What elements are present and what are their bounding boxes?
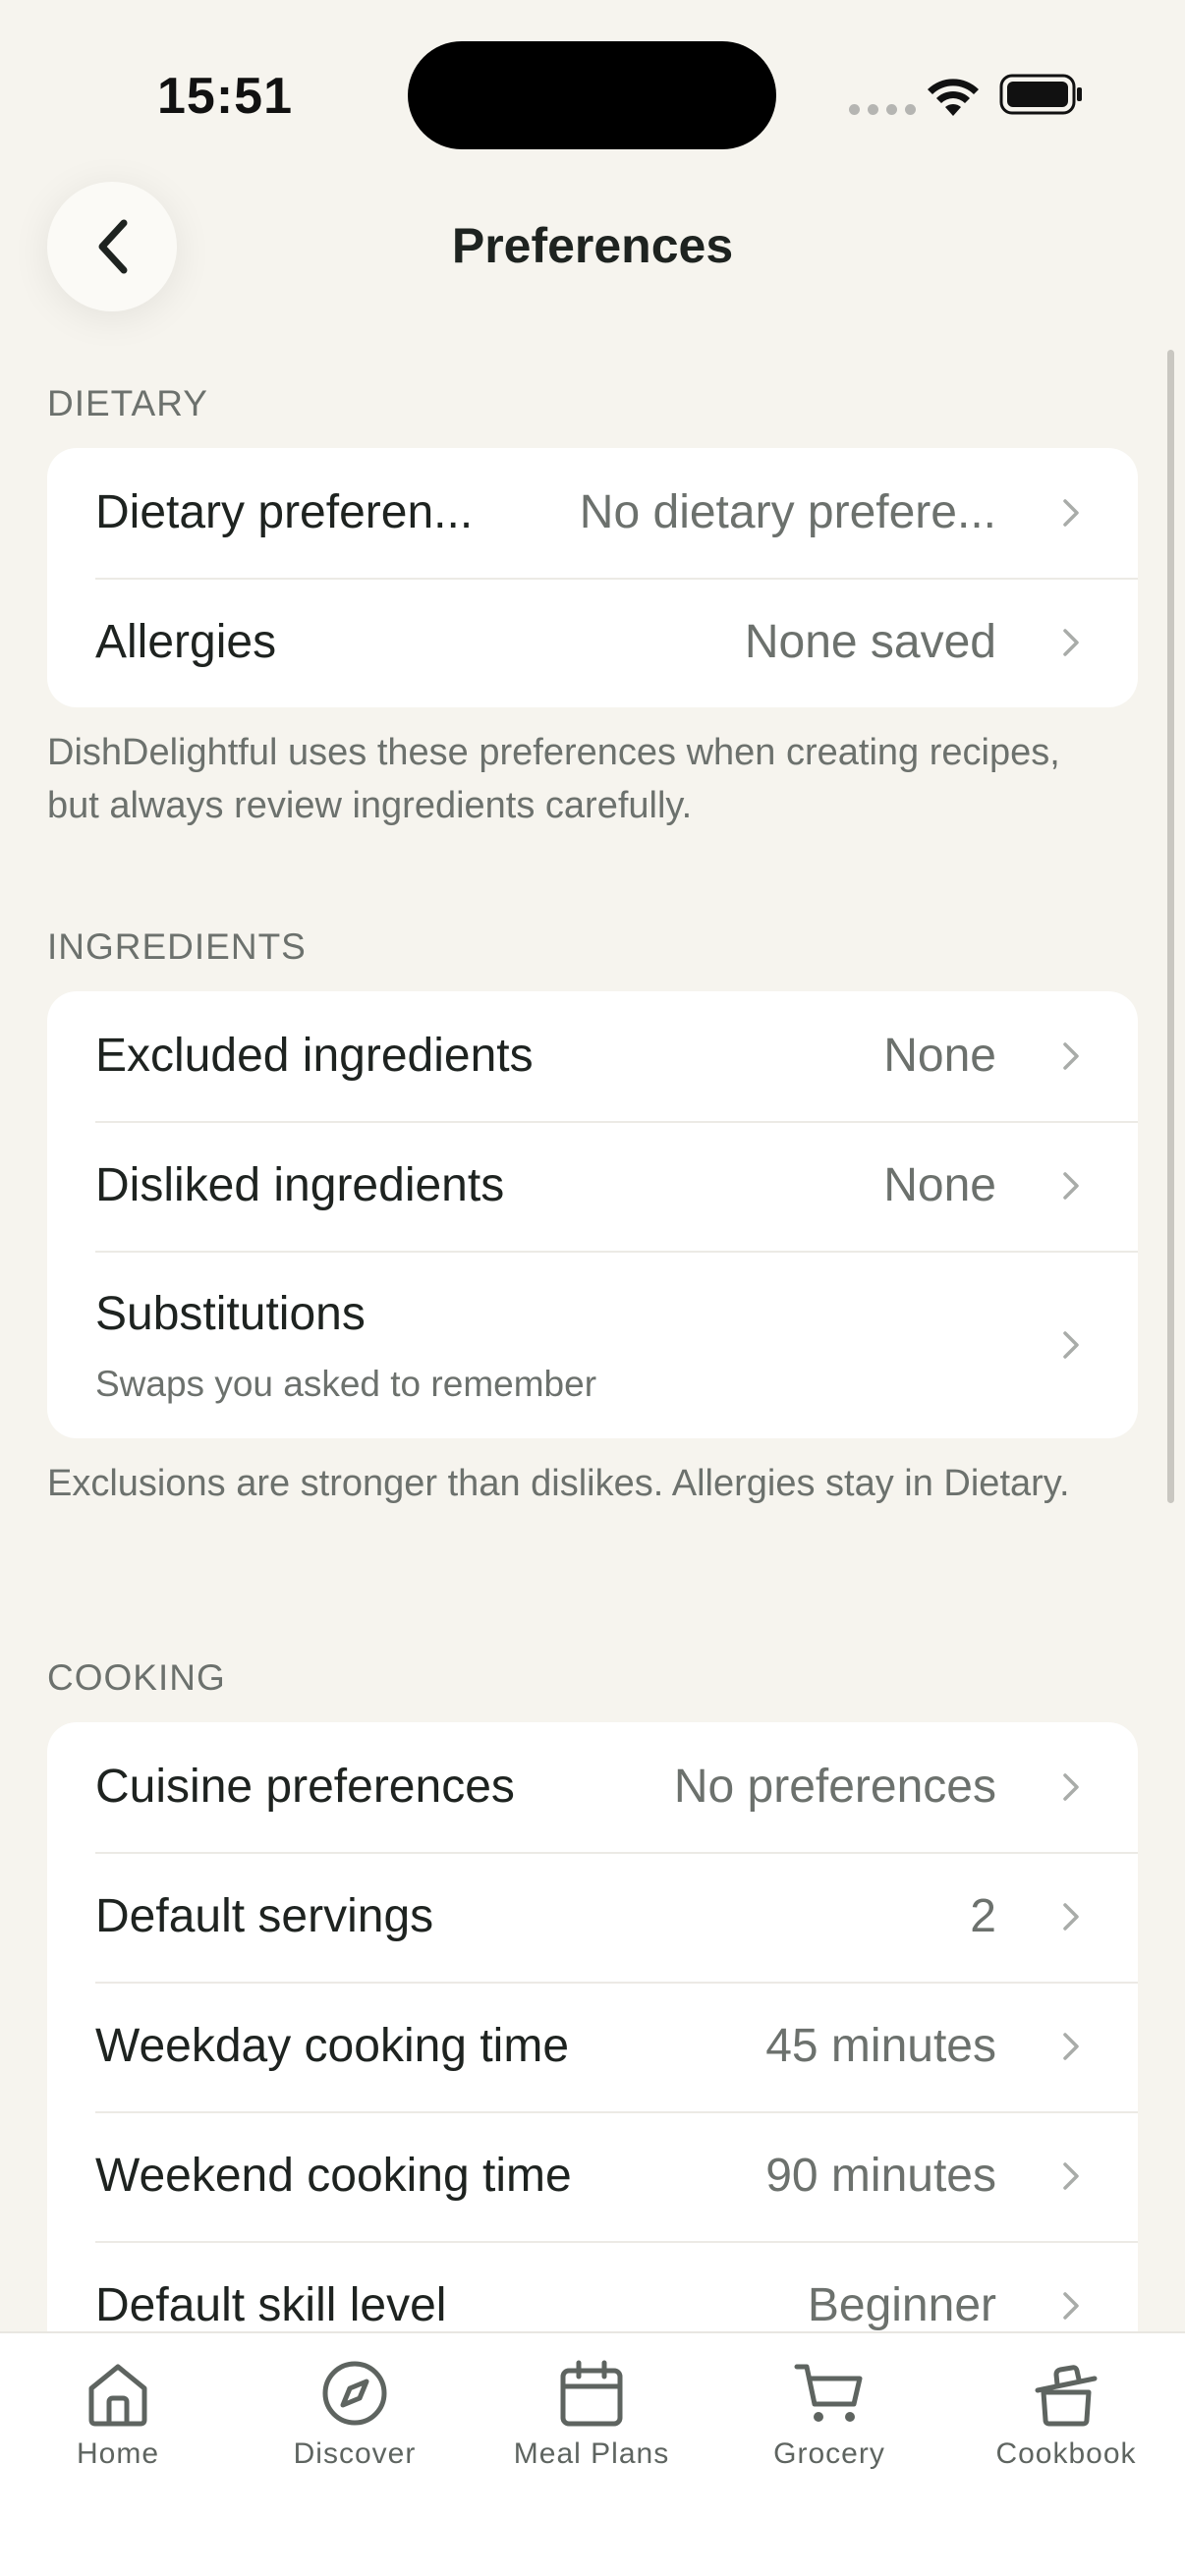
chevron-right-icon xyxy=(1063,1903,1079,1931)
section-header-cooking: COOKING xyxy=(47,1657,226,1698)
row-value: None xyxy=(883,1030,996,1082)
dynamic-island xyxy=(408,41,776,149)
row-value: No preferences xyxy=(673,1761,996,1813)
calendar-icon xyxy=(560,2360,623,2427)
row-dietary-preferences[interactable]: Dietary preferen... No dietary prefere..… xyxy=(47,448,1138,578)
ingredients-card: Excluded ingredients None Disliked ingre… xyxy=(47,991,1138,1438)
status-time: 15:51 xyxy=(157,68,293,125)
cooking-card: Cuisine preferences No preferences Defau… xyxy=(47,1722,1138,2371)
chevron-right-icon xyxy=(1063,629,1079,656)
dietary-card: Dietary preferen... No dietary prefere..… xyxy=(47,448,1138,707)
row-label: Disliked ingredients xyxy=(95,1159,505,1211)
row-subtitle: Swaps you asked to remember xyxy=(95,1364,597,1404)
tab-label: Discover xyxy=(293,2437,417,2470)
row-label: Dietary preferen... xyxy=(95,486,474,538)
row-allergies[interactable]: Allergies None saved xyxy=(47,578,1138,707)
tab-bar: Home Discover Meal Plans Grocery Cookboo… xyxy=(0,2331,1185,2576)
row-value: 45 minutes xyxy=(765,2020,996,2072)
row-label: Substitutions xyxy=(95,1288,366,1340)
tab-cookbook[interactable]: Cookbook xyxy=(958,2355,1174,2471)
chevron-right-icon xyxy=(1063,499,1079,527)
chevron-right-icon xyxy=(1063,2162,1079,2190)
tab-meal-plans[interactable]: Meal Plans xyxy=(483,2355,700,2471)
row-label: Weekend cooking time xyxy=(95,2150,572,2202)
tab-discover[interactable]: Discover xyxy=(247,2355,463,2471)
row-disliked-ingredients[interactable]: Disliked ingredients None xyxy=(47,1121,1138,1251)
row-weekday-cooking-time[interactable]: Weekday cooking time 45 minutes xyxy=(47,1982,1138,2111)
page-title: Preferences xyxy=(451,218,734,273)
tab-label: Meal Plans xyxy=(513,2437,670,2470)
navigation-bar: Preferences xyxy=(0,182,1185,314)
row-value: 2 xyxy=(970,1890,996,1942)
row-cuisine-preferences[interactable]: Cuisine preferences No preferences xyxy=(47,1722,1138,1852)
compass-icon xyxy=(322,2361,387,2426)
chevron-right-icon xyxy=(1063,1330,1079,1359)
row-label: Excluded ingredients xyxy=(95,1030,534,1082)
wifi-icon xyxy=(928,79,979,116)
row-excluded-ingredients[interactable]: Excluded ingredients None xyxy=(47,991,1138,1121)
row-default-servings[interactable]: Default servings 2 xyxy=(47,1852,1138,1982)
section-header-dietary: DIETARY xyxy=(47,383,208,423)
row-value: None saved xyxy=(744,616,996,668)
row-value: 90 minutes xyxy=(765,2150,996,2202)
cellular-signal-icon xyxy=(849,104,916,115)
tab-label: Cookbook xyxy=(995,2437,1137,2470)
house-icon xyxy=(88,2364,147,2427)
chevron-right-icon xyxy=(1063,1042,1079,1070)
row-label: Weekday cooking time xyxy=(95,2020,570,2072)
status-bar: 15:51 xyxy=(0,0,1185,187)
row-label: Cuisine preferences xyxy=(95,1761,515,1813)
chevron-right-icon xyxy=(1063,1773,1079,1801)
tab-label: Grocery xyxy=(773,2437,885,2470)
row-substitutions[interactable]: Substitutions Swaps you asked to remembe… xyxy=(47,1251,1138,1438)
row-value: No dietary prefere... xyxy=(579,486,996,538)
row-value: None xyxy=(883,1159,996,1211)
chevron-right-icon xyxy=(1063,2292,1079,2320)
row-weekend-cooking-time[interactable]: Weekend cooking time 90 minutes xyxy=(47,2111,1138,2241)
chevron-right-icon xyxy=(1063,1172,1079,1200)
tab-label: Home xyxy=(76,2437,160,2470)
dietary-footnote: DishDelightful uses these preferences wh… xyxy=(47,732,1060,826)
ingredients-footnote: Exclusions are stronger than dislikes. A… xyxy=(47,1463,1070,1504)
pot-icon xyxy=(1035,2365,1098,2427)
row-label: Allergies xyxy=(95,616,277,668)
section-header-ingredients: INGREDIENTS xyxy=(47,926,307,967)
row-label: Default servings xyxy=(95,1890,434,1942)
tab-grocery[interactable]: Grocery xyxy=(721,2355,937,2471)
battery-icon xyxy=(999,74,1082,115)
chevron-right-icon xyxy=(1063,2033,1079,2060)
cart-icon xyxy=(794,2364,863,2422)
tab-home[interactable]: Home xyxy=(10,2355,226,2471)
scrollbar[interactable] xyxy=(1167,350,1174,1503)
